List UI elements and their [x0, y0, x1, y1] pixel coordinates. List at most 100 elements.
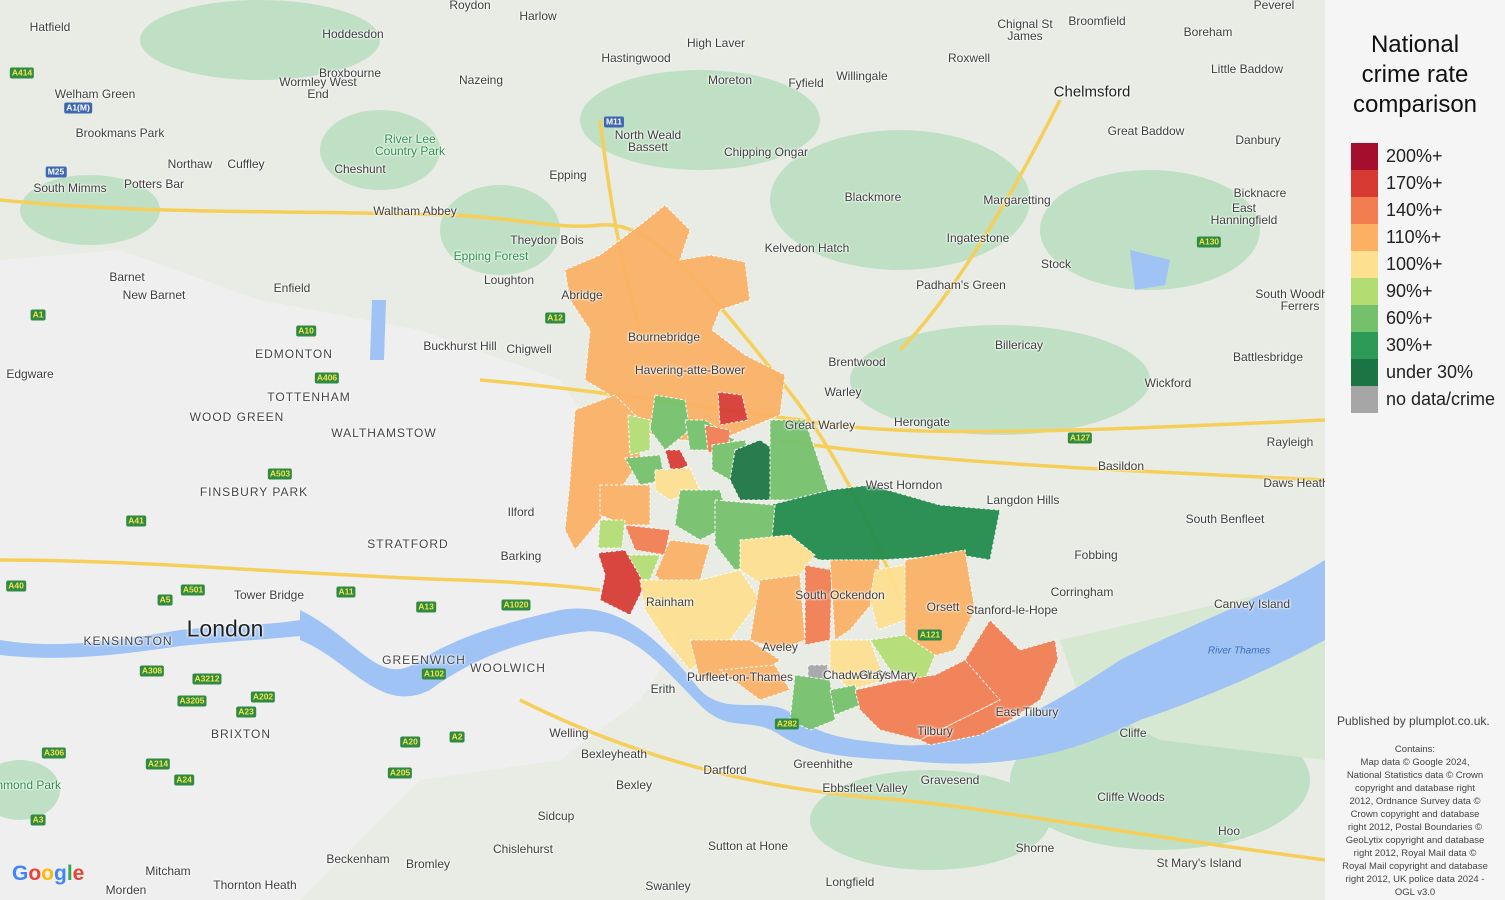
- place-label: Purfleet-on-Thames: [686, 670, 794, 684]
- road-shield: A24: [174, 774, 194, 786]
- place-label: Cuffley: [227, 157, 265, 171]
- legend-item: 140%+: [1351, 197, 1443, 224]
- region-g: [599, 484, 651, 526]
- place-label: Havering-atte-Bower: [634, 363, 746, 377]
- road-shield: A308: [139, 665, 165, 677]
- legend-swatch: [1351, 278, 1378, 305]
- legend-item: 30%+: [1351, 332, 1433, 359]
- road-shield: A2: [449, 731, 465, 743]
- road-shield: A202: [250, 691, 276, 703]
- place-label: Cliffe Woods: [1097, 790, 1165, 804]
- place-label: Rayleigh: [1266, 435, 1314, 449]
- place-label: South Ockendon: [795, 588, 885, 602]
- place-label: BRIXTON: [210, 727, 272, 741]
- place-label: Stock: [1040, 257, 1072, 271]
- region-a: [649, 394, 691, 451]
- place-label: Erith: [650, 682, 676, 696]
- place-label: Rainham: [645, 595, 695, 609]
- place-label: Roxwell: [947, 51, 991, 65]
- place-label: Great Baddow: [1107, 124, 1185, 138]
- road-shield: A10: [296, 325, 316, 337]
- place-label: Abridge: [561, 288, 603, 302]
- place-label: Bournebridge: [627, 330, 701, 344]
- place-label: River Thames: [1207, 645, 1271, 657]
- place-label: Brentwood: [828, 355, 886, 369]
- road-shield: A23: [236, 706, 256, 718]
- road-shield: A503: [267, 468, 293, 480]
- place-label: Aveley: [762, 640, 798, 654]
- legend-label: 110%+: [1386, 227, 1442, 247]
- legend-item: 60%+: [1351, 305, 1433, 332]
- region-i: [597, 519, 626, 549]
- place-label: Hastingwood: [601, 51, 671, 65]
- legend-label: 200%+: [1386, 146, 1443, 166]
- place-label: STRATFORD: [367, 537, 449, 551]
- place-label: Basildon: [1097, 459, 1145, 473]
- place-label: Chigwell: [506, 342, 552, 356]
- place-label: Padham's Green: [916, 278, 1006, 292]
- place-label: Hoo: [1217, 824, 1241, 838]
- place-label: Kelvedon Hatch: [764, 241, 850, 255]
- attribution: Contains: Map data © Google 2024, National…: [1333, 743, 1497, 899]
- place-label: Richmond Park: [0, 778, 62, 792]
- attribution-line: National Statistics data © Crown: [1346, 770, 1484, 781]
- region-j: [624, 524, 671, 556]
- place-label: Bexleyheath: [580, 747, 648, 761]
- place-label: Ebbsfleet Valley: [822, 781, 908, 795]
- place-label: Beckenham: [326, 852, 390, 866]
- attribution-line: Crown copyright and database: [1350, 809, 1480, 820]
- road-shield: A3212: [192, 673, 222, 685]
- attribution-line: Map data © Google 2024,: [1360, 757, 1470, 768]
- attribution-line: right 2012, UK police data 2024 -: [1345, 874, 1485, 885]
- place-label: Billericay: [994, 338, 1044, 352]
- road-shield: A1(M): [64, 102, 92, 114]
- road-shield: A130: [1196, 236, 1222, 248]
- place-label: Greenhithe: [793, 757, 853, 771]
- place-label: Barnet: [109, 270, 145, 284]
- place-label: South Woodham Ferrers: [1255, 287, 1325, 313]
- road-shield: A127: [1067, 432, 1093, 444]
- place-label: Fobbing: [1074, 548, 1118, 562]
- road-shield: A1: [30, 309, 46, 321]
- place-label: Herongate: [893, 415, 951, 429]
- map-canvas[interactable]: Roydon Harlow Hatfield Hoddesdon High Laver H…: [0, 0, 1325, 900]
- legend-swatch: [1351, 143, 1378, 170]
- place-label: WALTHAMSTOW: [331, 426, 437, 440]
- road-shield: M11: [603, 116, 625, 128]
- place-label: TOTTENHAM: [267, 390, 351, 404]
- place-label: Northaw: [167, 157, 213, 171]
- place-label: Potters Bar: [123, 177, 185, 191]
- place-label: Danbury: [1235, 133, 1281, 147]
- legend-label: 90%+: [1386, 281, 1433, 301]
- place-label: High Laver: [686, 36, 746, 50]
- place-label: Stanford-le-Hope: [966, 603, 1058, 617]
- road-shield: A41: [126, 515, 146, 527]
- place-label: Cheshunt: [334, 162, 386, 176]
- place-label: Hatfield: [29, 20, 71, 34]
- place-label: River Lee Country Park: [374, 132, 446, 158]
- road-shield: A20: [400, 736, 420, 748]
- attribution-line: right 2012, Postal Boundaries ©: [1347, 822, 1483, 833]
- place-label: Chignal St James: [997, 17, 1053, 43]
- place-label: Sidcup: [537, 809, 575, 823]
- road-shield: A3205: [177, 695, 207, 707]
- legend-label: 100%+: [1386, 254, 1443, 274]
- legend-item: 110%+: [1351, 224, 1441, 251]
- road-shield: A102: [421, 668, 447, 680]
- legend-title-line-1: National: [1370, 31, 1460, 58]
- legend-panel: National crime rate comparison 200%+ 170%…: [1325, 0, 1505, 900]
- road-shield: A414: [9, 67, 35, 79]
- road-shield: A501: [180, 584, 206, 596]
- place-label: North Weald Bassett: [614, 128, 682, 154]
- place-label: St Mary's Island: [1156, 856, 1242, 870]
- place-label: London: [186, 615, 264, 642]
- attribution-line: right 2012, Royal Mail data ©: [1353, 848, 1477, 859]
- place-label: Morden: [105, 883, 147, 897]
- place-label: Ingatestone: [946, 231, 1010, 245]
- legend-title-line-2: crime rate: [1361, 61, 1469, 88]
- place-label: Buckhurst Hill: [423, 339, 497, 353]
- region-q: [804, 564, 833, 646]
- place-label: Chipping Ongar: [723, 145, 809, 159]
- place-label: Dartford: [703, 763, 747, 777]
- place-label: Loughton: [483, 273, 535, 287]
